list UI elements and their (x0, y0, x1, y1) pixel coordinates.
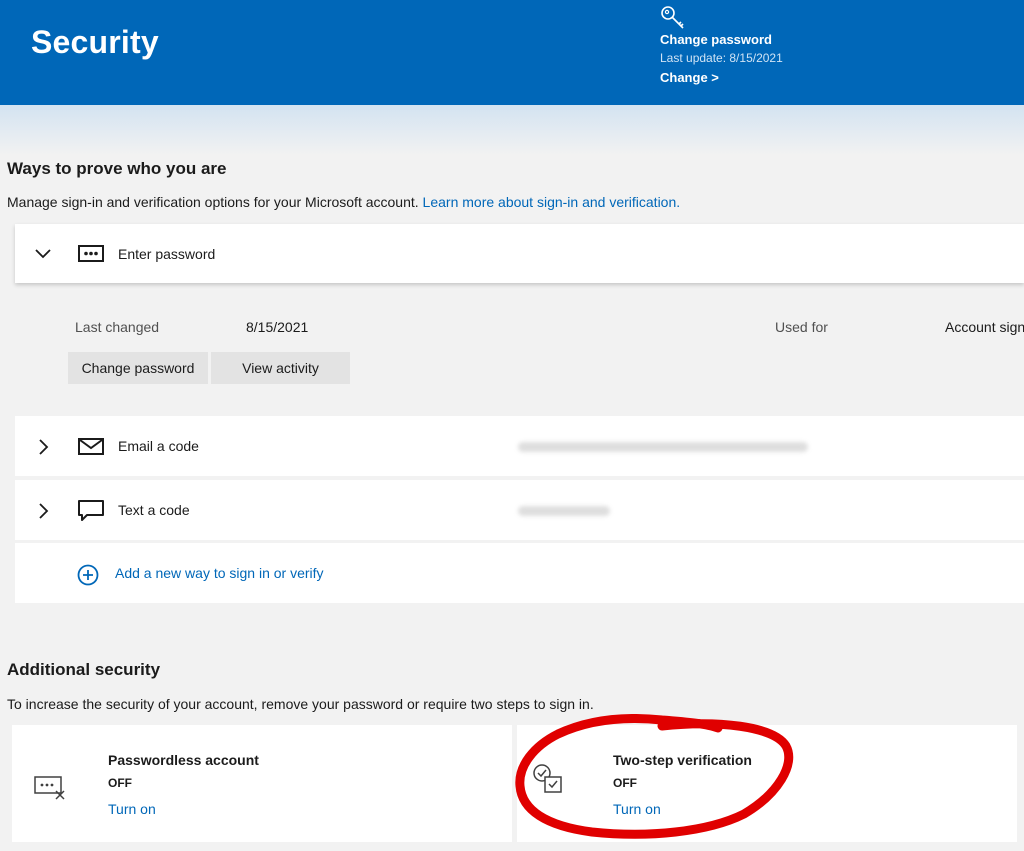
last-changed-value: 8/15/2021 (246, 319, 309, 335)
used-for-label: Used for (775, 319, 828, 335)
two-step-verification-icon (533, 764, 562, 793)
redacted-email (518, 442, 808, 452)
password-details-panel: Last changed 8/15/2021 Used for Account … (15, 290, 1024, 410)
email-method-row[interactable]: Email a code (15, 416, 1024, 476)
used-for-value: Account sign-in (945, 319, 1024, 335)
chevron-right-icon[interactable] (33, 501, 53, 521)
text-method-label: Text a code (118, 502, 190, 518)
mail-icon (78, 438, 104, 455)
passwordless-icon (34, 776, 65, 800)
key-icon (661, 6, 684, 29)
additional-security-title: Additional security (7, 660, 161, 679)
change-password-link[interactable]: Change > (660, 70, 719, 85)
password-method-row[interactable]: Enter password (15, 224, 1024, 283)
chevron-right-icon[interactable] (33, 437, 53, 457)
chevron-down-icon[interactable] (33, 244, 53, 264)
learn-more-link[interactable]: Learn more about sign-in and verificatio… (423, 194, 681, 210)
two-step-turn-on-link[interactable]: Turn on (613, 801, 661, 817)
two-step-card: Two-step verification OFF Turn on (517, 725, 1017, 842)
page-header: Security Change password Last update: 8/… (0, 0, 1024, 105)
view-activity-button[interactable]: View activity (211, 352, 350, 384)
add-new-method-link[interactable]: Add a new way to sign in or verify (115, 565, 324, 581)
add-circle-icon[interactable] (77, 564, 99, 586)
passwordless-status: OFF (108, 776, 132, 790)
password-icon (78, 245, 104, 262)
ways-description-text: Manage sign-in and verification options … (7, 194, 423, 210)
ways-section-title: Ways to prove who you are (7, 159, 227, 178)
redacted-phone (518, 506, 610, 516)
chat-icon (78, 500, 104, 521)
ways-section-description: Manage sign-in and verification options … (7, 194, 680, 210)
additional-security-description: To increase the security of your account… (7, 696, 594, 712)
passwordless-turn-on-link[interactable]: Turn on (108, 801, 156, 817)
change-password-title: Change password (660, 32, 772, 47)
text-method-row[interactable]: Text a code (15, 480, 1024, 540)
header-fade (0, 105, 1024, 155)
last-update-text: Last update: 8/15/2021 (660, 51, 783, 65)
passwordless-card: Passwordless account OFF Turn on (12, 725, 512, 842)
add-method-row[interactable]: Add a new way to sign in or verify (15, 543, 1024, 603)
email-method-label: Email a code (118, 438, 199, 454)
two-step-title: Two-step verification (613, 752, 752, 768)
last-changed-label: Last changed (75, 319, 160, 335)
change-password-button[interactable]: Change password (68, 352, 208, 384)
passwordless-title: Passwordless account (108, 752, 259, 768)
page-title: Security (31, 24, 159, 60)
two-step-status: OFF (613, 776, 637, 790)
password-method-label: Enter password (118, 246, 216, 262)
